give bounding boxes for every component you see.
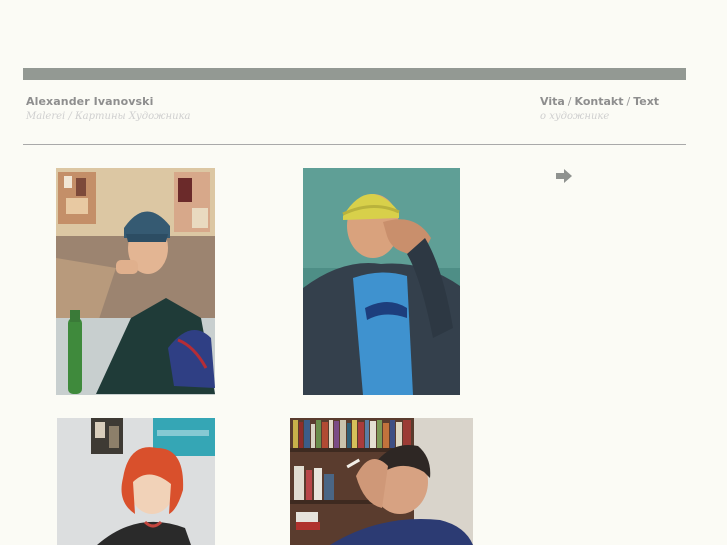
header-bar <box>23 68 686 80</box>
brand-block: Alexander Ivanovski Malerei / Картины Ху… <box>26 95 190 122</box>
nav-link-kontakt[interactable]: Kontakt <box>575 95 624 108</box>
nav-separator: / <box>567 95 572 108</box>
nav-separator: / <box>626 95 631 108</box>
arrow-right-icon[interactable] <box>555 169 573 183</box>
painting-woman-blue-hat[interactable] <box>56 168 215 395</box>
main-nav: Vita / Kontakt / Text о художнике <box>540 95 659 122</box>
nav-link-text[interactable]: Text <box>633 95 659 108</box>
painting-man-bookshelf[interactable] <box>290 418 473 545</box>
nav-link-vita[interactable]: Vita <box>540 95 565 108</box>
site-subtitle: Malerei / Картины Художника <box>26 111 191 122</box>
painting-man-yellow-cap[interactable] <box>303 168 460 395</box>
nav-subtitle: о художнике <box>540 111 610 122</box>
header-divider <box>23 144 686 145</box>
painting-woman-red-hair[interactable] <box>57 418 215 545</box>
artist-name[interactable]: Alexander Ivanovski <box>26 95 190 108</box>
